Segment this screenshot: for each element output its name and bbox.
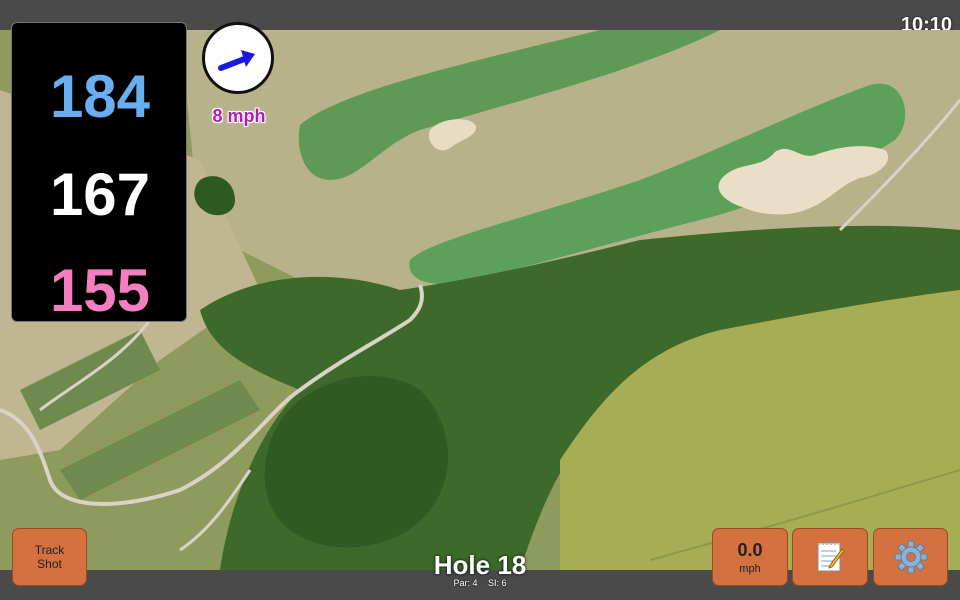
- hole-par: Par: 4: [453, 578, 478, 588]
- speed-button[interactable]: 0.0 mph: [712, 528, 788, 586]
- speed-value: 0.0: [737, 539, 763, 560]
- gear-icon: [894, 540, 927, 574]
- hole-info: Par: 4 SI: 6: [380, 578, 580, 588]
- wind-indicator: [202, 22, 274, 94]
- notepad-icon: [817, 542, 845, 572]
- track-shot-label: Track Shot: [34, 543, 65, 571]
- hole-stroke-index: SI: 6: [488, 578, 507, 588]
- settings-button[interactable]: [873, 528, 948, 586]
- distance-front: 155: [49, 257, 151, 324]
- speed-unit: mph: [739, 562, 761, 575]
- distance-back: 184: [49, 63, 151, 130]
- notes-button[interactable]: [792, 528, 868, 586]
- wind-arrow-icon: [218, 50, 255, 71]
- hole-title: Hole 18: [433, 550, 527, 580]
- distance-panel: 184 167 155: [11, 22, 187, 322]
- distance-middle: 167: [49, 161, 151, 228]
- wind-speed-label: 8 mph: [212, 106, 266, 126]
- track-shot-button[interactable]: Track Shot: [12, 528, 87, 586]
